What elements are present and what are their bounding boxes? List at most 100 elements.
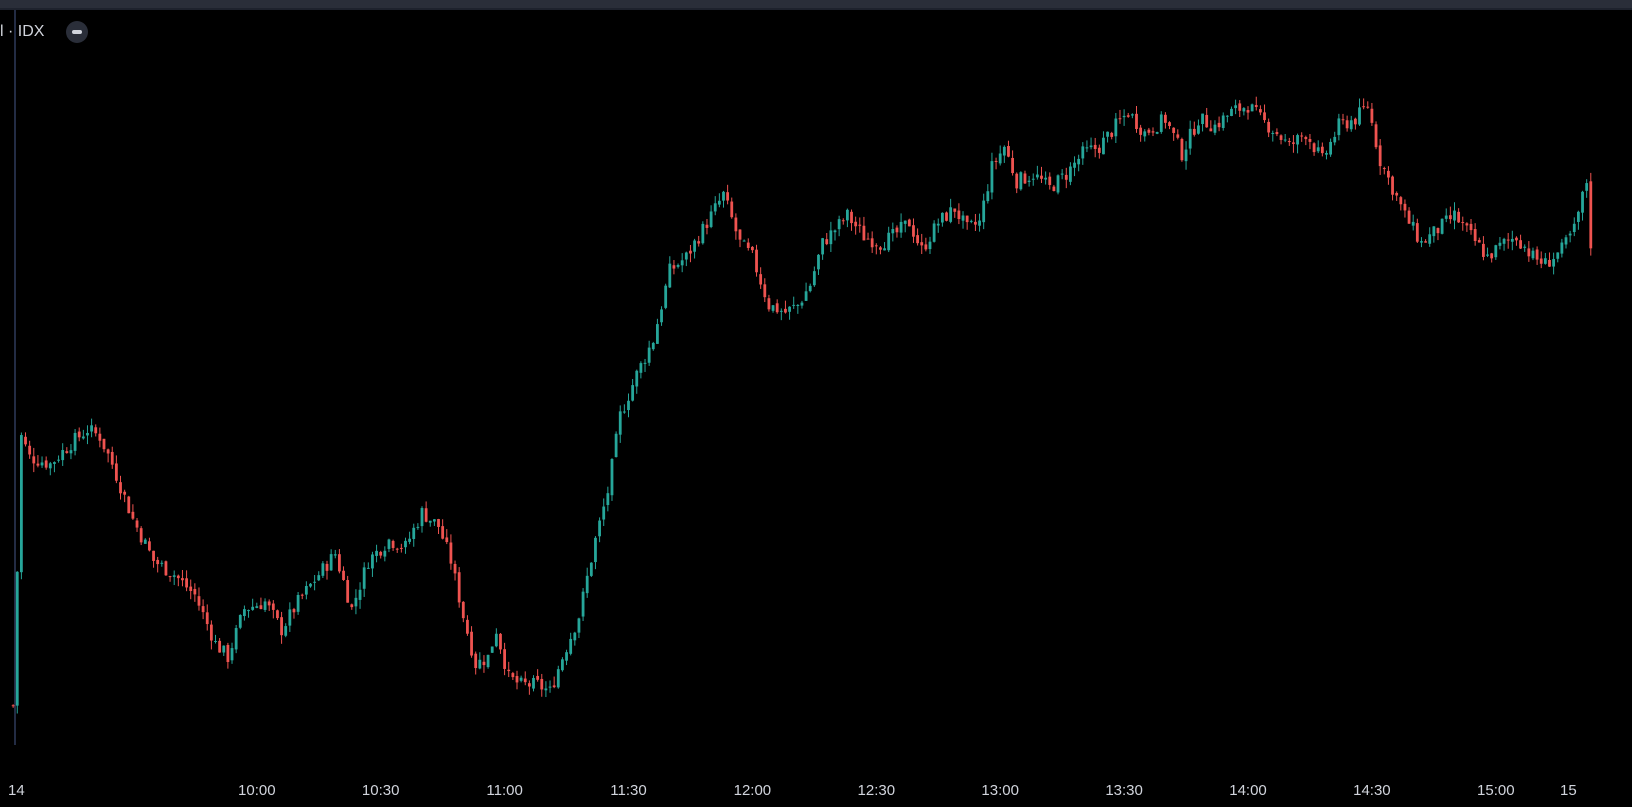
candle-body <box>1031 178 1035 180</box>
candle-body <box>808 285 812 292</box>
candle <box>829 221 833 253</box>
candle-body <box>1271 132 1275 134</box>
candle <box>482 655 486 673</box>
candle <box>222 645 226 656</box>
candle <box>404 537 407 554</box>
candle-body <box>928 241 932 250</box>
candle-body <box>672 265 676 269</box>
candle-body <box>1267 121 1271 133</box>
candle <box>271 600 275 619</box>
candle <box>1304 135 1308 146</box>
candle <box>1060 169 1064 180</box>
candle <box>172 570 176 586</box>
candle <box>230 642 234 664</box>
candle-body <box>404 540 407 548</box>
candle-body <box>243 609 246 617</box>
candle <box>556 665 560 689</box>
candlestick-chart[interactable] <box>0 10 1632 774</box>
candle-body <box>693 240 696 252</box>
candle <box>1011 150 1014 176</box>
candle-body <box>1184 149 1188 162</box>
candle <box>205 604 209 631</box>
chart-pane[interactable] <box>0 10 1632 774</box>
candle <box>722 190 725 208</box>
candle-body <box>193 588 197 595</box>
candle <box>1221 112 1225 131</box>
candle <box>920 233 924 254</box>
candle <box>1114 112 1118 144</box>
candle <box>1064 167 1068 189</box>
candle-body <box>845 209 849 221</box>
candle <box>1258 105 1262 116</box>
candle-body <box>288 609 292 626</box>
minus-glyph <box>72 30 83 34</box>
candle-body <box>1011 157 1014 174</box>
candle-body <box>924 244 928 250</box>
candle-body <box>556 669 560 688</box>
candle <box>672 260 676 275</box>
candle-body <box>1548 259 1551 267</box>
candle <box>1548 252 1551 267</box>
candle-body <box>523 678 527 683</box>
candle <box>994 157 998 170</box>
candle <box>1320 142 1324 157</box>
candle-body <box>647 347 651 363</box>
candle <box>317 571 321 582</box>
candle-body <box>1560 242 1564 254</box>
candle <box>1093 137 1097 158</box>
candle <box>903 220 907 233</box>
candle-body <box>862 225 866 241</box>
candle-body <box>148 541 151 551</box>
candle <box>1527 241 1531 262</box>
candle-body <box>577 618 581 633</box>
candle <box>350 603 354 610</box>
candle <box>891 222 895 242</box>
candle <box>408 531 412 545</box>
candle-body <box>247 610 250 612</box>
candle <box>28 440 32 459</box>
candle-body <box>974 221 977 225</box>
candle-body <box>1387 170 1390 178</box>
candle <box>548 680 552 693</box>
candle <box>24 432 27 447</box>
candle-body <box>222 645 226 653</box>
candle <box>1292 135 1295 153</box>
candle <box>1263 104 1266 123</box>
candle-body <box>573 632 577 641</box>
candle-body <box>371 554 374 569</box>
candle <box>148 537 151 552</box>
candle-body <box>1292 142 1295 144</box>
candle <box>1457 208 1461 223</box>
candle <box>717 193 721 208</box>
candle <box>1188 120 1192 155</box>
candle-body <box>1130 114 1134 116</box>
symbol-label[interactable]: l · IDX <box>0 23 44 41</box>
candle <box>916 228 919 246</box>
candle <box>48 461 52 476</box>
minus-icon[interactable] <box>66 21 89 43</box>
candle <box>536 669 540 682</box>
candle <box>767 294 771 312</box>
candle <box>441 519 445 540</box>
candle-body <box>978 220 981 226</box>
candle-body <box>1440 218 1444 234</box>
candle <box>1577 210 1580 230</box>
candle-body <box>1469 223 1473 231</box>
candle-body <box>1543 258 1547 264</box>
candle <box>123 489 127 503</box>
time-axis[interactable]: 14 10:00 10:30 11:00 11:30 12:00 12:30 13:00 13:… <box>0 774 1632 807</box>
candle-body <box>709 211 713 227</box>
candle-body <box>800 302 804 306</box>
candle-body <box>412 527 416 539</box>
candle-body <box>1197 125 1200 134</box>
candle <box>879 245 882 255</box>
candle <box>821 237 825 260</box>
candle <box>1168 121 1171 130</box>
candle-body <box>548 686 552 688</box>
candle <box>751 246 754 254</box>
candle <box>1275 128 1279 137</box>
candle <box>614 431 618 458</box>
candle-body <box>1457 211 1461 223</box>
candle-body <box>1345 120 1349 129</box>
candle-body <box>1254 105 1258 108</box>
